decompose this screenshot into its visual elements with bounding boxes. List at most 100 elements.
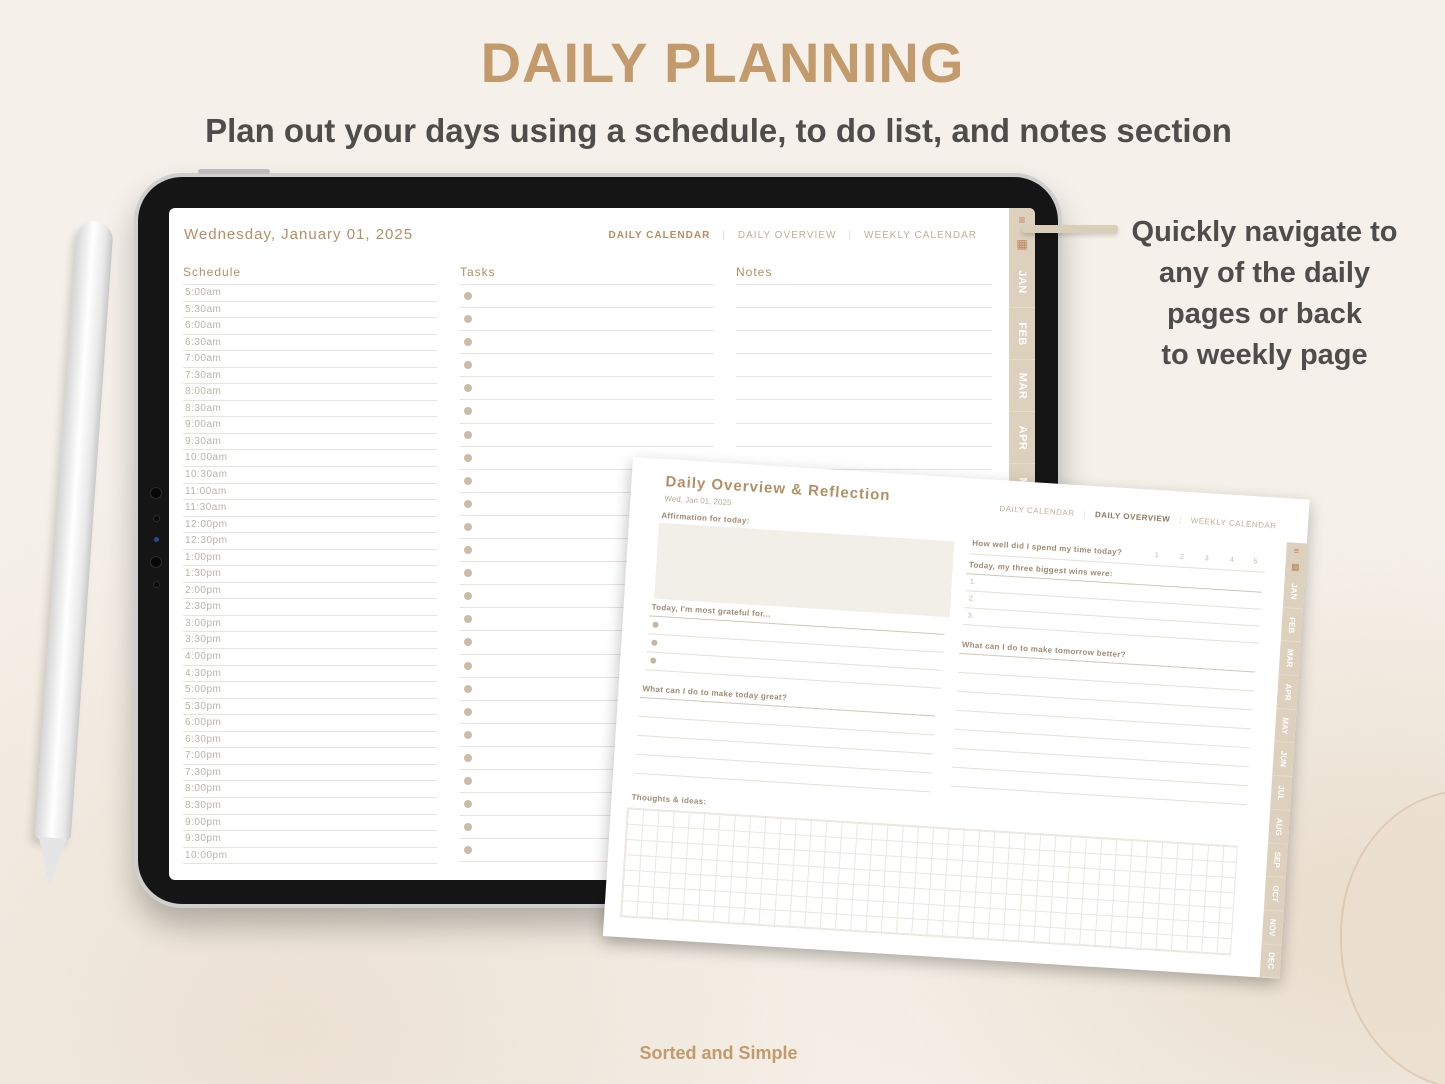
- note-line[interactable]: [736, 331, 992, 355]
- task-row[interactable]: [460, 400, 714, 424]
- task-bullet-icon[interactable]: [464, 522, 472, 531]
- nav-daily-overview[interactable]: DAILY OVERVIEW: [726, 230, 848, 241]
- task-bullet-icon[interactable]: [464, 753, 472, 762]
- today-great-line[interactable]: [638, 715, 935, 736]
- month-tab-mar[interactable]: MAR: [1278, 641, 1301, 677]
- task-bullet-icon[interactable]: [464, 730, 472, 739]
- nav-weekly-calendar[interactable]: WEEKLY CALENDAR: [852, 230, 989, 241]
- tomorrow-line[interactable]: [950, 785, 1247, 806]
- rating-3[interactable]: 3: [1205, 555, 1209, 562]
- schedule-slot[interactable]: 7:30am: [183, 368, 437, 385]
- schedule-slot[interactable]: 8:30pm: [183, 798, 437, 815]
- month-tab-apr[interactable]: APR: [1009, 412, 1035, 464]
- task-row[interactable]: [460, 424, 714, 447]
- calendar-icon[interactable]: ▦: [1285, 558, 1306, 575]
- task-row[interactable]: [460, 377, 714, 401]
- overview-nav-daily-calendar[interactable]: DAILY CALENDAR: [990, 504, 1084, 519]
- month-tab-nov[interactable]: NOV: [1261, 910, 1284, 946]
- schedule-slot[interactable]: 1:00pm: [183, 550, 437, 567]
- overview-nav-weekly-calendar[interactable]: WEEKLY CALENDAR: [1181, 516, 1285, 532]
- schedule-slot[interactable]: 9:30pm: [183, 831, 437, 848]
- schedule-slot[interactable]: 9:30am: [183, 434, 437, 451]
- month-tab-sep[interactable]: SEP: [1265, 843, 1288, 879]
- rating-1[interactable]: 1: [1155, 552, 1159, 559]
- schedule-slot[interactable]: 5:00pm: [183, 682, 437, 699]
- schedule-slot[interactable]: 6:30pm: [183, 732, 437, 749]
- calendar-icon[interactable]: ▦: [1009, 232, 1035, 256]
- task-bullet-icon[interactable]: [464, 707, 472, 716]
- rating-2[interactable]: 2: [1180, 554, 1184, 561]
- tomorrow-line[interactable]: [954, 728, 1250, 749]
- schedule-slot[interactable]: 4:30pm: [183, 666, 437, 683]
- task-bullet-icon[interactable]: [464, 384, 472, 393]
- task-bullet-icon[interactable]: [464, 430, 472, 439]
- schedule-slot[interactable]: 1:30pm: [183, 566, 437, 583]
- win-line-1[interactable]: [965, 590, 1261, 610]
- task-bullet-icon[interactable]: [464, 546, 472, 555]
- rating-4[interactable]: 4: [1229, 557, 1233, 564]
- task-bullet-icon[interactable]: [464, 800, 472, 809]
- schedule-slot[interactable]: 3:30pm: [183, 632, 437, 650]
- task-bullet-icon[interactable]: [464, 361, 472, 370]
- task-bullet-icon[interactable]: [464, 638, 472, 647]
- month-tab-oct[interactable]: OCT: [1263, 876, 1286, 912]
- nav-daily-calendar[interactable]: DAILY CALENDAR: [597, 230, 723, 241]
- note-line[interactable]: [736, 377, 992, 401]
- schedule-slot[interactable]: 8:30am: [183, 401, 437, 418]
- schedule-slot[interactable]: 12:30pm: [183, 533, 437, 550]
- tomorrow-line[interactable]: [958, 671, 1254, 692]
- month-tab-jan[interactable]: JAN: [1009, 256, 1035, 308]
- schedule-slot[interactable]: 5:30pm: [183, 699, 437, 716]
- tomorrow-line[interactable]: [955, 709, 1252, 730]
- overview-nav-daily-overview[interactable]: DAILY OVERVIEW: [1086, 510, 1180, 525]
- rating-5[interactable]: 5: [1253, 558, 1257, 565]
- month-tab-jan[interactable]: JAN: [1282, 574, 1305, 610]
- schedule-slot[interactable]: 9:00am: [183, 417, 437, 434]
- task-row[interactable]: [460, 354, 714, 378]
- today-great-line[interactable]: [635, 772, 931, 793]
- task-bullet-icon[interactable]: [464, 615, 472, 624]
- schedule-slot[interactable]: 5:00am: [183, 285, 437, 302]
- schedule-slot[interactable]: 8:00am: [183, 384, 437, 401]
- schedule-slot[interactable]: 6:00am: [183, 318, 437, 335]
- note-line[interactable]: [736, 400, 992, 424]
- month-tab-jul[interactable]: JUL: [1270, 775, 1293, 811]
- tomorrow-line[interactable]: [952, 766, 1248, 787]
- grateful-line-3[interactable]: [645, 669, 942, 689]
- month-tab-apr[interactable]: APR: [1276, 675, 1299, 710]
- month-tab-dec[interactable]: DEC: [1259, 943, 1282, 979]
- schedule-slot[interactable]: 3:00pm: [183, 616, 437, 633]
- task-bullet-icon[interactable]: [464, 569, 472, 578]
- win-line-2[interactable]: [964, 607, 1260, 627]
- grateful-line-2[interactable]: [646, 651, 943, 671]
- note-line[interactable]: [736, 285, 992, 309]
- today-great-line[interactable]: [637, 734, 933, 755]
- schedule-slot[interactable]: 11:00am: [183, 484, 437, 501]
- task-bullet-icon[interactable]: [464, 499, 472, 508]
- schedule-slot[interactable]: 7:00am: [183, 351, 437, 368]
- task-bullet-icon[interactable]: [464, 846, 472, 855]
- note-line[interactable]: [736, 424, 992, 447]
- month-tab-aug[interactable]: AUG: [1268, 809, 1291, 845]
- task-bullet-icon[interactable]: [464, 407, 472, 416]
- tomorrow-line[interactable]: [953, 747, 1249, 768]
- schedule-slot[interactable]: 4:00pm: [183, 649, 437, 666]
- schedule-slot[interactable]: 7:30pm: [183, 765, 437, 782]
- schedule-slot[interactable]: 12:00pm: [183, 517, 437, 534]
- schedule-slot[interactable]: 11:30am: [183, 500, 437, 517]
- task-bullet-icon[interactable]: [464, 592, 472, 601]
- schedule-slot[interactable]: 10:00pm: [183, 848, 437, 865]
- menu-icon[interactable]: ≡: [1286, 542, 1307, 559]
- task-bullet-icon[interactable]: [464, 453, 472, 462]
- grateful-line-1[interactable]: [647, 633, 944, 653]
- schedule-slot[interactable]: 2:30pm: [183, 599, 437, 616]
- task-bullet-icon[interactable]: [464, 661, 472, 670]
- task-row[interactable]: [460, 331, 714, 355]
- schedule-slot[interactable]: 2:00pm: [183, 583, 437, 600]
- task-bullet-icon[interactable]: [464, 823, 472, 832]
- task-row[interactable]: [460, 308, 714, 332]
- month-tab-feb[interactable]: FEB: [1280, 607, 1303, 643]
- schedule-slot[interactable]: 7:00pm: [183, 748, 437, 765]
- month-tab-jun[interactable]: JUN: [1272, 742, 1295, 778]
- tomorrow-line[interactable]: [956, 690, 1253, 711]
